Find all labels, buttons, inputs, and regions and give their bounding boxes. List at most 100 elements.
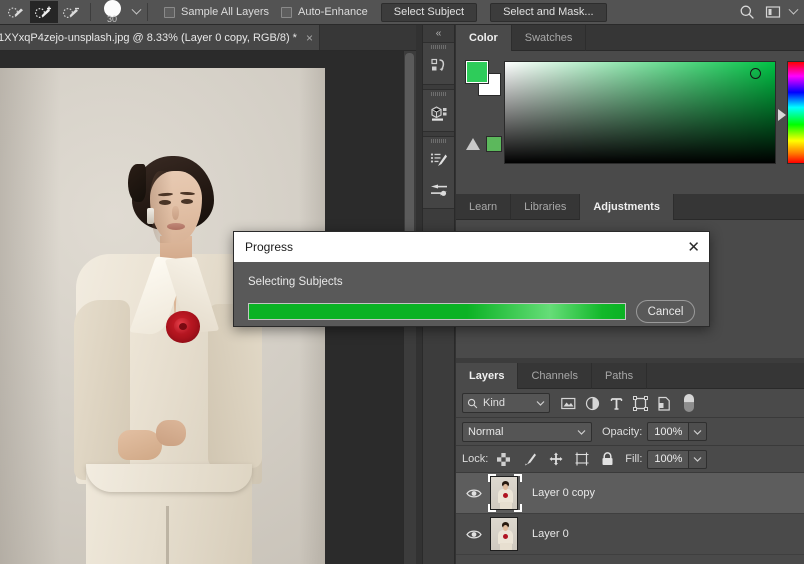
subtract-from-selection-button[interactable] bbox=[58, 1, 86, 23]
search-icon bbox=[467, 398, 478, 408]
document-tab[interactable]: 1XYxqP4zejo-unsplash.jpg @ 8.33% (Layer … bbox=[0, 25, 320, 50]
arrange-documents-icon[interactable] bbox=[760, 0, 786, 24]
layers-panel: Layers Channels Paths Kind Normal Opacit… bbox=[456, 363, 804, 564]
tab-swatches[interactable]: Swatches bbox=[512, 25, 587, 51]
fill-stepper-chevron-down-icon[interactable] bbox=[689, 449, 708, 469]
new-selection-button[interactable] bbox=[2, 1, 30, 23]
dock-group-3d bbox=[423, 89, 454, 132]
shape-layer-filter-icon[interactable] bbox=[632, 395, 648, 411]
document-tab-title: 1XYxqP4zejo-unsplash.jpg @ 8.33% (Layer … bbox=[0, 31, 297, 44]
layer-name: Layer 0 bbox=[532, 528, 569, 540]
eye-icon bbox=[466, 489, 482, 497]
search-icon[interactable] bbox=[734, 0, 760, 24]
lock-icons bbox=[496, 452, 615, 467]
color-panel-tabs: Color Swatches bbox=[456, 25, 804, 51]
history-icon[interactable] bbox=[423, 51, 454, 81]
scrollbar-thumb[interactable] bbox=[405, 53, 414, 253]
checkbox-box bbox=[164, 6, 175, 18]
brush-size-preview[interactable]: 30 bbox=[95, 0, 129, 24]
chevron-down-icon bbox=[536, 401, 545, 406]
blend-mode-select[interactable]: Normal bbox=[462, 421, 592, 442]
document-tab-bar: 1XYxqP4zejo-unsplash.jpg @ 8.33% (Layer … bbox=[0, 25, 416, 51]
sample-all-layers-label: Sample All Layers bbox=[181, 6, 270, 18]
tab-libraries[interactable]: Libraries bbox=[511, 194, 581, 220]
auto-enhance-checkbox[interactable]: Auto-Enhance bbox=[281, 6, 368, 18]
table-row[interactable]: Layer 0 copy bbox=[456, 473, 804, 514]
opacity-value[interactable]: 100% bbox=[647, 422, 690, 441]
tab-color[interactable]: Color bbox=[456, 25, 512, 51]
close-icon[interactable]: × bbox=[306, 32, 313, 44]
subject-eye-right bbox=[181, 199, 193, 204]
filter-toggle-icon[interactable] bbox=[684, 394, 694, 412]
hue-slider-marker[interactable] bbox=[778, 109, 786, 121]
auto-enhance-label: Auto-Enhance bbox=[298, 6, 368, 18]
tab-learn[interactable]: Learn bbox=[456, 194, 512, 220]
sample-all-layers-checkbox[interactable]: Sample All Layers bbox=[164, 6, 269, 18]
eye-icon bbox=[466, 530, 482, 538]
workspace-chevron-down-icon[interactable] bbox=[786, 1, 800, 23]
lock-transparency-icon[interactable] bbox=[496, 452, 511, 467]
dock-group-history bbox=[423, 42, 454, 85]
type-layer-filter-icon[interactable] bbox=[608, 395, 624, 411]
chevron-down-icon bbox=[577, 429, 586, 435]
progress-dialog-titlebar: Progress ✕ bbox=[234, 232, 709, 262]
close-icon[interactable]: ✕ bbox=[687, 240, 700, 255]
layer-thumbnail[interactable] bbox=[490, 517, 518, 551]
options-bar: 30 Sample All Layers Auto-Enhance Select… bbox=[0, 0, 804, 25]
layer-visibility-toggle[interactable] bbox=[460, 529, 488, 540]
lock-artboard-icon[interactable] bbox=[574, 452, 589, 467]
brush-options-chevron-down-icon[interactable] bbox=[129, 1, 143, 23]
lock-all-icon[interactable] bbox=[600, 452, 615, 467]
hue-slider[interactable] bbox=[787, 61, 804, 164]
gamut-substitute-swatch[interactable] bbox=[486, 136, 502, 152]
subject-eye-left bbox=[159, 200, 171, 205]
color-panel bbox=[456, 51, 804, 194]
brush-settings-icon[interactable] bbox=[423, 145, 454, 175]
cancel-button[interactable]: Cancel bbox=[636, 300, 695, 323]
select-and-mask-button[interactable]: Select and Mask... bbox=[490, 2, 607, 22]
layer-visibility-toggle[interactable] bbox=[460, 488, 488, 499]
subject-jacket-hem bbox=[86, 464, 252, 492]
add-to-selection-button[interactable] bbox=[30, 1, 58, 23]
brush-size-value: 30 bbox=[106, 14, 117, 24]
tab-channels[interactable]: Channels bbox=[518, 363, 592, 389]
checkbox-box bbox=[281, 6, 293, 18]
subject-rose bbox=[166, 311, 200, 343]
tab-adjustments[interactable]: Adjustments bbox=[580, 194, 674, 220]
brush-presets-icon[interactable] bbox=[423, 175, 454, 205]
foreground-color-swatch[interactable] bbox=[466, 61, 488, 83]
tab-paths[interactable]: Paths bbox=[592, 363, 648, 389]
subject-pant-seam bbox=[166, 506, 169, 564]
subject-hair-side bbox=[128, 164, 146, 202]
color-picker-field[interactable] bbox=[504, 61, 776, 164]
fill-value[interactable]: 100% bbox=[647, 449, 690, 469]
progress-bar-track bbox=[248, 303, 626, 320]
layer-selected-indicator bbox=[488, 474, 522, 512]
tab-layers[interactable]: Layers bbox=[456, 363, 519, 389]
pixel-layer-filter-icon[interactable] bbox=[560, 395, 576, 411]
opacity-stepper-chevron-down-icon[interactable] bbox=[689, 422, 708, 441]
layer-filter-kind-select[interactable]: Kind bbox=[462, 393, 550, 413]
table-row[interactable]: Layer 0 bbox=[456, 514, 804, 555]
gamut-warning-icon[interactable] bbox=[466, 138, 480, 150]
expand-panels-icon[interactable]: « bbox=[423, 25, 454, 42]
gamut-warning-row bbox=[466, 136, 502, 152]
lock-label: Lock: bbox=[462, 453, 489, 465]
dock-grip[interactable] bbox=[423, 90, 454, 98]
fill-label: Fill: bbox=[625, 453, 643, 465]
color-picker-marker[interactable] bbox=[750, 68, 761, 79]
smart-object-filter-icon[interactable] bbox=[656, 395, 672, 411]
lock-image-pixels-icon[interactable] bbox=[522, 452, 537, 467]
opacity-label: Opacity: bbox=[602, 425, 643, 438]
dock-grip[interactable] bbox=[423, 137, 454, 145]
lock-row: Lock: Fill: 100% bbox=[456, 446, 804, 473]
options-bar-right-group bbox=[734, 0, 804, 24]
layer-thumbnail-wrap bbox=[488, 474, 522, 512]
adjustment-layer-filter-icon[interactable] bbox=[584, 395, 600, 411]
lock-position-icon[interactable] bbox=[548, 452, 563, 467]
dock-grip[interactable] bbox=[423, 43, 454, 51]
select-subject-button[interactable]: Select Subject bbox=[380, 2, 478, 22]
selection-mode-group bbox=[2, 1, 86, 23]
blend-mode-row: Normal Opacity: 100% bbox=[456, 418, 804, 446]
3d-panel-icon[interactable] bbox=[423, 98, 454, 128]
